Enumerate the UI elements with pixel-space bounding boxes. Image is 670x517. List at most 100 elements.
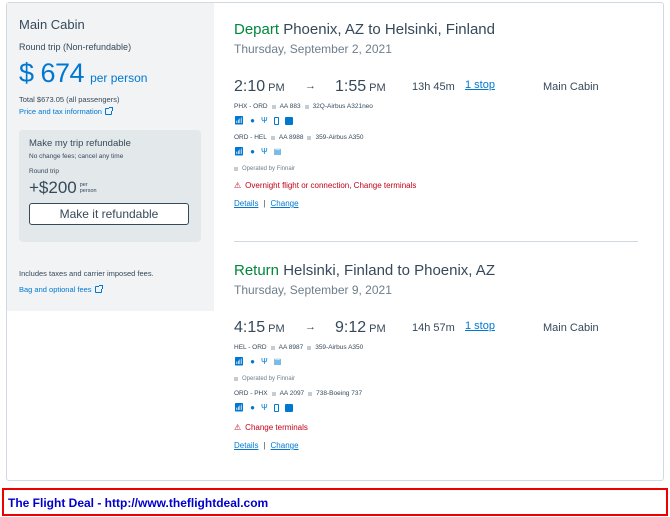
usb-icon: Ψ — [261, 403, 268, 412]
phone-entertainment-icon — [273, 117, 279, 125]
depart-change-link[interactable]: Change — [271, 199, 299, 208]
return-leg-2: ORD - PHX AA 2097 738-Boeing 737 — [234, 390, 638, 397]
refund-per-person: per person — [80, 182, 97, 194]
return-stops-link[interactable]: 1 stop — [465, 320, 495, 332]
depart-stops-link[interactable]: 1 stop — [465, 79, 495, 91]
external-link-icon — [94, 285, 103, 293]
separator-dot — [308, 391, 313, 396]
leg-aircraft: 359-Airbus A350 — [315, 344, 364, 351]
separator-dot — [234, 377, 238, 381]
operated-by-label: Operated by Finnair — [242, 166, 296, 172]
seatback-screen-icon — [284, 117, 293, 125]
leg-route: HEL - ORD — [234, 344, 267, 351]
leg-flight-number: AA 8987 — [278, 344, 304, 351]
leg-aircraft: 32Q-Airbus A321neo — [312, 103, 373, 110]
separator: | — [263, 441, 266, 450]
watermark-text: The Flight Deal - http://www.theflightde… — [8, 496, 269, 510]
usb-icon: Ψ — [261, 116, 268, 125]
depart-warning: ⚠ Overnight flight or connection, Change… — [234, 181, 638, 190]
depart-arrival-time: 1:55 PM — [335, 78, 386, 95]
segment-divider — [234, 241, 638, 242]
depart-leg-1: PHX - ORD AA 883 32Q-Airbus A321neo — [234, 103, 638, 110]
leg-aircraft: 359-Airbus A350 — [315, 134, 364, 141]
depart-leg-2-amenities: 📶︎ ● Ψ ▤ — [234, 147, 638, 157]
price-row: $ 674 per person — [19, 58, 202, 89]
warning-text: Overnight flight or connection, Change t… — [245, 181, 417, 190]
leg-flight-number: AA 8988 — [278, 134, 304, 141]
depart-label: Depart — [234, 21, 280, 38]
leg-route: ORD - HEL — [234, 134, 267, 141]
depart-details-link[interactable]: Details — [234, 199, 258, 208]
refund-person: person — [79, 188, 97, 194]
depart-departure-time: 2:10 PM — [234, 78, 285, 95]
return-actions: Details | Change — [234, 441, 638, 450]
wifi-icon: 📶︎ — [234, 357, 245, 366]
separator-dot — [271, 104, 276, 109]
cabin-title: Main Cabin — [19, 17, 85, 32]
watermark-banner: The Flight Deal - http://www.theflightde… — [2, 488, 668, 516]
return-label: Return — [234, 262, 280, 279]
wifi-icon: 📶︎ — [234, 403, 245, 412]
return-leg-1: HEL - ORD AA 8987 359-Airbus A350 — [234, 344, 638, 351]
separator-dot — [234, 167, 238, 171]
warning-icon: ⚠ — [234, 181, 242, 190]
seatback-screen-icon: ▤ — [273, 147, 282, 156]
separator-dot — [307, 345, 312, 350]
operated-by-label: Operated by Finnair — [242, 376, 296, 382]
warning-text: Change terminals — [245, 423, 308, 432]
depart-date: Thursday, September 2, 2021 — [234, 42, 392, 56]
separator-dot — [304, 104, 309, 109]
depart-segment: Depart Phoenix, AZ to Helsinki, Finland … — [234, 21, 638, 208]
separator-dot — [270, 345, 275, 350]
make-refundable-button[interactable]: Make it refundable — [29, 203, 189, 225]
refund-price: +$200 — [29, 178, 77, 197]
warning-icon: ⚠ — [234, 423, 242, 432]
separator-dot — [270, 135, 275, 140]
return-route: Helsinki, Finland to Phoenix, AZ — [283, 262, 495, 279]
return-cabin: Main Cabin — [543, 322, 599, 334]
return-change-link[interactable]: Change — [271, 441, 299, 450]
arrow-icon: → — [305, 321, 316, 333]
power-icon: ● — [250, 403, 255, 412]
seatback-screen-icon — [284, 404, 293, 412]
trip-type: Round trip (Non-refundable) — [19, 42, 132, 52]
wifi-icon: 📶︎ — [234, 116, 245, 125]
usb-icon: Ψ — [261, 147, 268, 156]
power-icon: ● — [250, 357, 255, 366]
price-tax-link-label: Price and tax information — [19, 107, 102, 116]
arrow-icon: → — [305, 80, 316, 92]
phone-entertainment-icon — [273, 404, 279, 412]
leg-route: ORD - PHX — [234, 390, 268, 397]
separator: | — [263, 199, 266, 208]
separator-dot — [307, 135, 312, 140]
price: $ 674 — [19, 58, 85, 88]
return-leg-1-amenities: 📶︎ ● Ψ ▤ — [234, 357, 638, 367]
bag-fees-link[interactable]: Bag and optional fees — [19, 285, 103, 294]
return-operated-by: Operated by Finnair — [234, 376, 638, 382]
leg-aircraft: 738-Boeing 737 — [316, 390, 363, 397]
return-details-link[interactable]: Details — [234, 441, 258, 450]
leg-flight-number: AA 2097 — [279, 390, 305, 397]
leg-route: PHX - ORD — [234, 103, 268, 110]
per-person-label: per person — [90, 71, 148, 85]
refund-price-row: +$200 per person — [29, 178, 191, 198]
depart-operated-by: Operated by Finnair — [234, 166, 638, 172]
return-time-row: 4:15 PM → 9:12 PM 14h 57m 1 stop Main Cabi… — [234, 319, 638, 337]
includes-taxes-note: Includes taxes and carrier imposed fees. — [19, 269, 154, 278]
power-icon: ● — [250, 116, 255, 125]
external-link-icon — [104, 107, 113, 115]
return-duration: 14h 57m — [412, 322, 455, 334]
wifi-icon: 📶︎ — [234, 147, 245, 156]
separator-dot — [271, 391, 276, 396]
depart-title: Depart Phoenix, AZ to Helsinki, Finland — [234, 21, 638, 38]
price-tax-link[interactable]: Price and tax information — [19, 107, 202, 116]
bag-fees-link-label: Bag and optional fees — [19, 285, 92, 294]
depart-leg-2: ORD - HEL AA 8988 359-Airbus A350 — [234, 134, 638, 141]
depart-cabin: Main Cabin — [543, 81, 599, 93]
total-price: Total $673.05 (all passengers) — [19, 95, 120, 104]
depart-route: Phoenix, AZ to Helsinki, Finland — [283, 21, 495, 38]
return-segment: Return Helsinki, Finland to Phoenix, AZ … — [234, 262, 638, 450]
depart-leg-1-amenities: 📶︎ ● Ψ — [234, 116, 638, 126]
return-title: Return Helsinki, Finland to Phoenix, AZ — [234, 262, 638, 279]
refund-title: Make my trip refundable — [29, 138, 131, 149]
